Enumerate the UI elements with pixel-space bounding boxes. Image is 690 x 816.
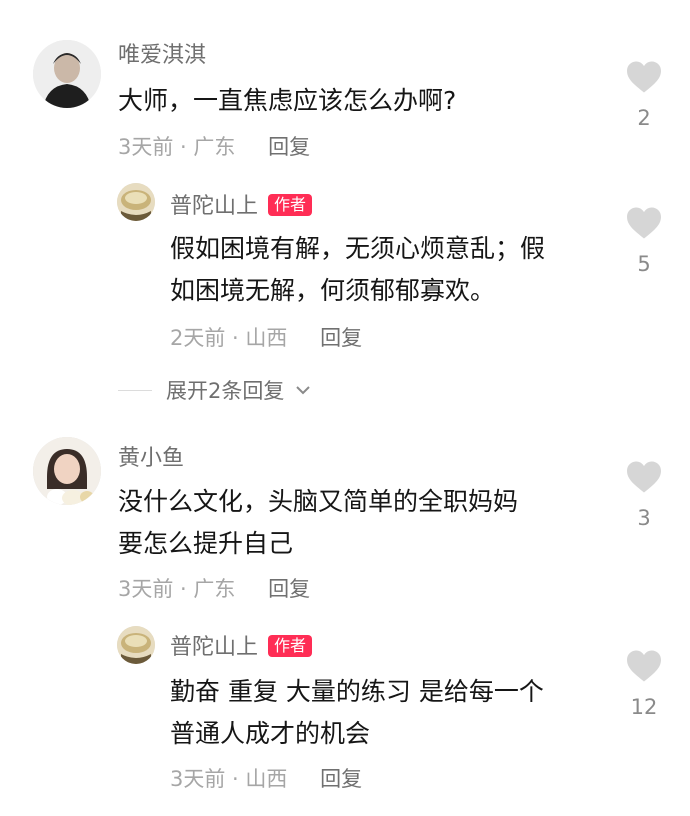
comment-meta: 3天前 · 广东 回复 (118, 133, 310, 161)
expand-replies-label[interactable]: 展开2条回复 (166, 379, 284, 403)
reply-author-name[interactable]: 普陀山上 (170, 194, 258, 219)
reply-button[interactable]: 回复 (320, 326, 362, 350)
reply-text-line: 勤奋 重复 大量的练习 是给每一个 (170, 677, 544, 706)
comment-time: 3天前 (118, 577, 174, 601)
reply-avatar[interactable] (117, 626, 155, 664)
meta-separator: · (225, 767, 246, 791)
meta-separator: · (225, 326, 246, 350)
meta-separator: · (173, 577, 194, 601)
reply-text-line: 普通人成才的机会 (170, 719, 371, 748)
comment-location: 广东 (193, 135, 236, 159)
expand-replies-button[interactable]: 展开2条回复 (118, 377, 311, 405)
like-count: 5 (637, 252, 651, 276)
reply-time: 2天前 (170, 326, 226, 350)
avatar[interactable] (33, 40, 101, 108)
author-badge: 作者 (268, 194, 313, 216)
like-button[interactable]: 3 (614, 460, 674, 532)
chevron-down-icon (296, 386, 310, 395)
reply-author-name[interactable]: 普陀山上 (170, 635, 258, 660)
reply-text-line: 假如困境有解，无须心烦意乱；假 (170, 234, 546, 263)
comment-text-line: 没什么文化，头脑又简单的全职妈妈 (118, 487, 519, 516)
reply-avatar[interactable] (117, 183, 155, 221)
reply-button[interactable]: 回复 (268, 135, 310, 159)
comment-text-line: 要怎么提升自己 (118, 529, 294, 558)
reply-text: 假如困境有解，无须心烦意乱；假 如困境无解，何须郁郁寡欢。 (170, 228, 610, 312)
reply-text: 勤奋 重复 大量的练习 是给每一个 普通人成才的机会 (170, 671, 610, 755)
comment-author[interactable]: 黄小鱼 (118, 445, 184, 473)
author-badge: 作者 (268, 635, 313, 657)
heart-icon (627, 461, 661, 493)
reply-location: 山西 (245, 326, 288, 350)
reply-time: 3天前 (170, 767, 226, 791)
heart-icon (627, 61, 661, 93)
avatar[interactable] (33, 437, 101, 505)
comment-meta: 3天前 · 广东 回复 (118, 575, 310, 603)
meta-separator: · (173, 135, 194, 159)
heart-icon (627, 650, 661, 682)
reply-author[interactable]: 普陀山上 作者 (170, 634, 313, 662)
comment-location: 广东 (193, 577, 236, 601)
comment-text: 没什么文化，头脑又简单的全职妈妈 要怎么提升自己 (118, 481, 608, 565)
reply-meta: 2天前 · 山西 回复 (170, 324, 362, 352)
reply-text-line: 如困境无解，何须郁郁寡欢。 (170, 276, 496, 305)
divider (118, 390, 152, 391)
comment-author[interactable]: 唯爱淇淇 (118, 42, 206, 70)
reply-button[interactable]: 回复 (268, 577, 310, 601)
like-count: 2 (637, 106, 651, 130)
reply-author[interactable]: 普陀山上 作者 (170, 193, 313, 221)
like-count: 12 (630, 695, 658, 719)
like-button[interactable]: 2 (614, 60, 674, 132)
comment-text: 大师，一直焦虑应该怎么办啊? (118, 86, 457, 115)
reply-location: 山西 (245, 767, 288, 791)
reply-button[interactable]: 回复 (320, 767, 362, 791)
like-button[interactable]: 5 (614, 206, 674, 278)
like-count: 3 (637, 506, 651, 530)
comment-time: 3天前 (118, 135, 174, 159)
heart-icon (627, 207, 661, 239)
like-button[interactable]: 12 (614, 649, 674, 721)
reply-meta: 3天前 · 山西 回复 (170, 765, 362, 793)
